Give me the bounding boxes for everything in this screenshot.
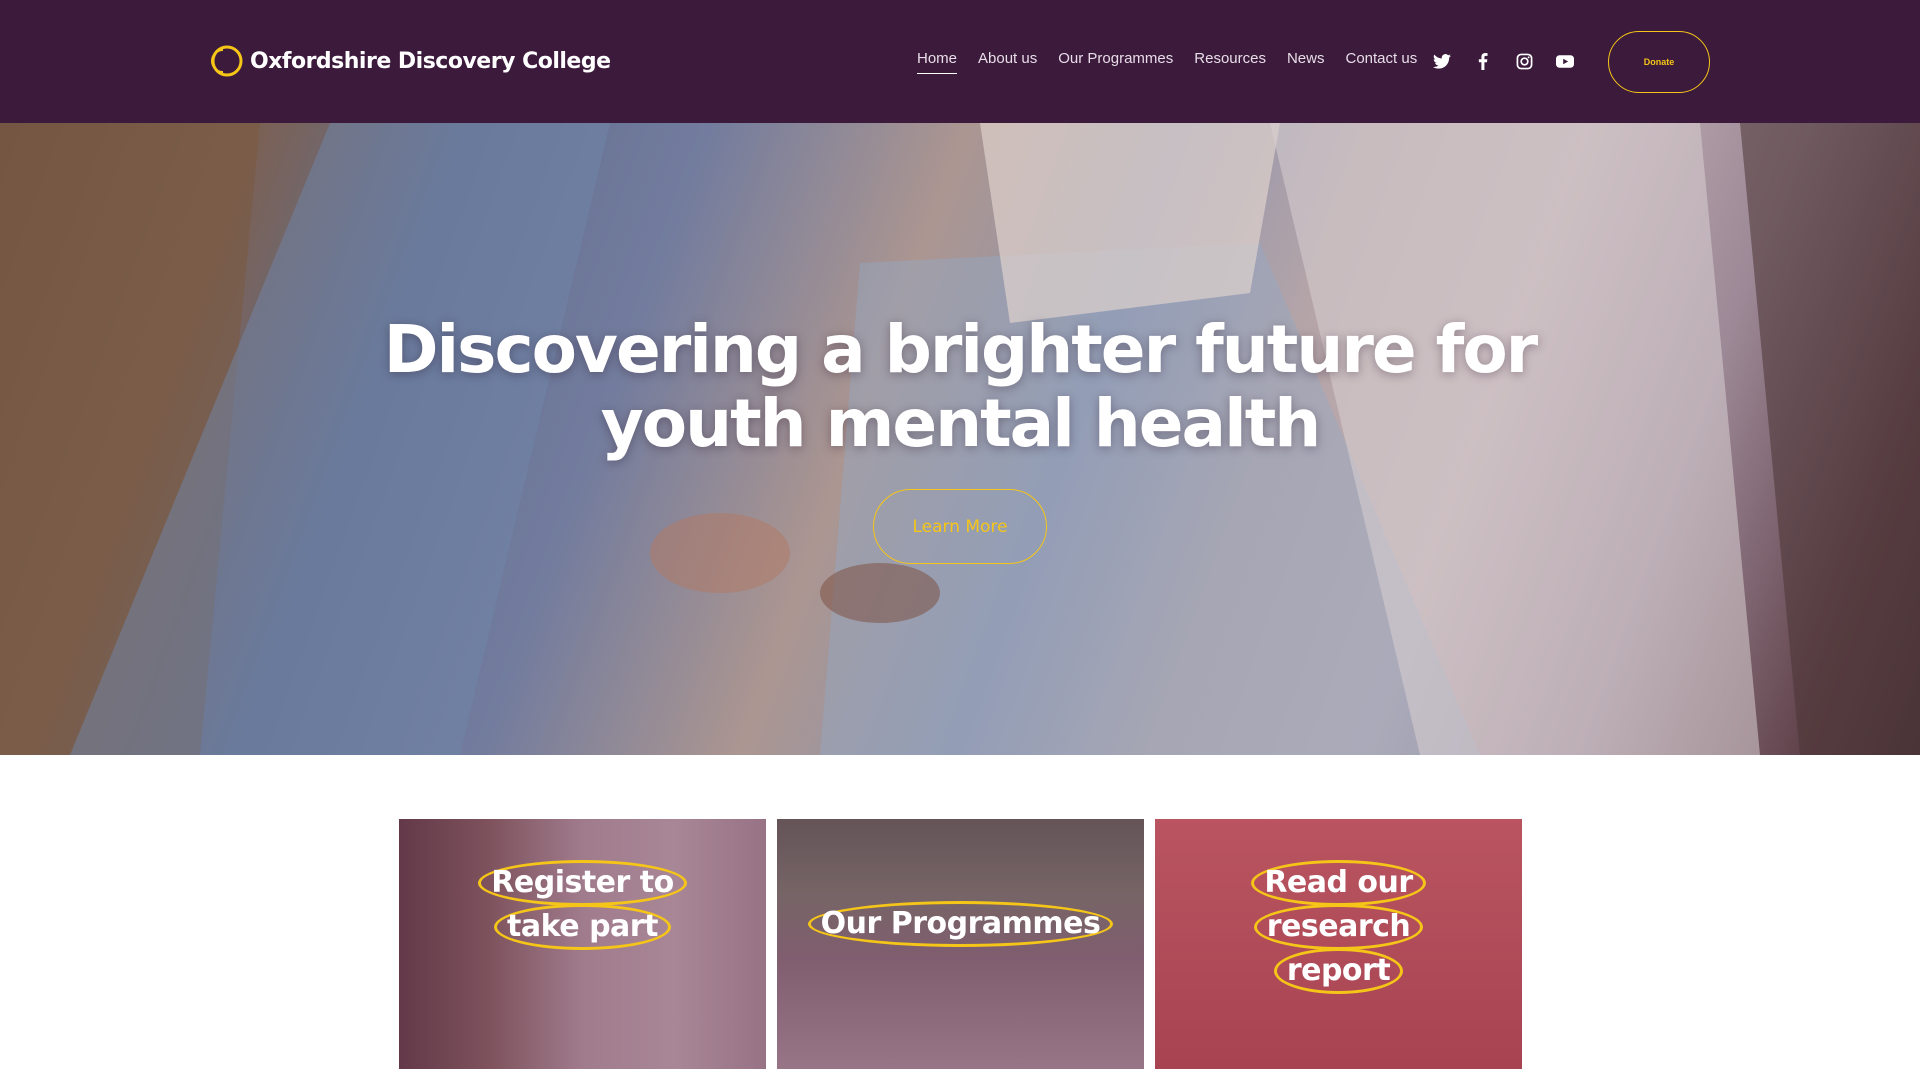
card-research-report[interactable]: Read our research report bbox=[1155, 819, 1522, 1069]
card-register-line-2: take part bbox=[494, 904, 671, 950]
main-nav: Home About us Our Programmes Resources N… bbox=[917, 50, 1438, 74]
site-logo[interactable]: Oxfordshire Discovery College bbox=[210, 44, 611, 78]
logo-ring-icon bbox=[211, 45, 243, 77]
card-register-label: Register to take part bbox=[399, 860, 766, 950]
nav-item-contact-us[interactable]: Contact us bbox=[1345, 50, 1417, 67]
facebook-icon[interactable] bbox=[1473, 51, 1493, 71]
card-research-label: Read our research report bbox=[1155, 860, 1522, 994]
hero-title-line-2: youth mental health bbox=[600, 385, 1322, 462]
hero-banner: Discovering a brighter future for youth … bbox=[0, 123, 1920, 755]
instagram-icon[interactable] bbox=[1514, 51, 1534, 71]
hero-title: Discovering a brighter future for youth … bbox=[0, 313, 1920, 461]
nav-item-news[interactable]: News bbox=[1287, 50, 1325, 67]
nav-item-home[interactable]: Home bbox=[917, 50, 958, 74]
nav-item-about-us[interactable]: About us bbox=[978, 50, 1037, 67]
twitter-icon[interactable] bbox=[1432, 51, 1452, 71]
card-research-line-1: Read our bbox=[1251, 860, 1426, 906]
nav-item-resources[interactable]: Resources bbox=[1194, 50, 1266, 67]
card-register-line-1: Register to bbox=[478, 860, 687, 906]
feature-cards: Register to take part Our Programmes Rea… bbox=[399, 819, 1522, 1069]
card-research-line-3: report bbox=[1273, 948, 1404, 994]
youtube-icon[interactable] bbox=[1555, 51, 1575, 71]
site-header: Oxfordshire Discovery College Home About… bbox=[0, 0, 1920, 123]
hero-title-line-1: Discovering a brighter future for bbox=[383, 311, 1538, 388]
card-register[interactable]: Register to take part bbox=[399, 819, 766, 1069]
card-research-line-2: research bbox=[1253, 904, 1424, 950]
nav-item-our-programmes[interactable]: Our Programmes bbox=[1058, 50, 1173, 67]
social-links bbox=[1432, 51, 1575, 71]
learn-more-button[interactable]: Learn More bbox=[873, 489, 1047, 564]
donate-button[interactable]: Donate bbox=[1608, 31, 1710, 93]
card-programmes-label: Our Programmes bbox=[777, 901, 1144, 947]
card-our-programmes[interactable]: Our Programmes bbox=[777, 819, 1144, 1069]
site-name: Oxfordshire Discovery College bbox=[250, 48, 611, 74]
card-programmes-line-1: Our Programmes bbox=[807, 901, 1114, 947]
